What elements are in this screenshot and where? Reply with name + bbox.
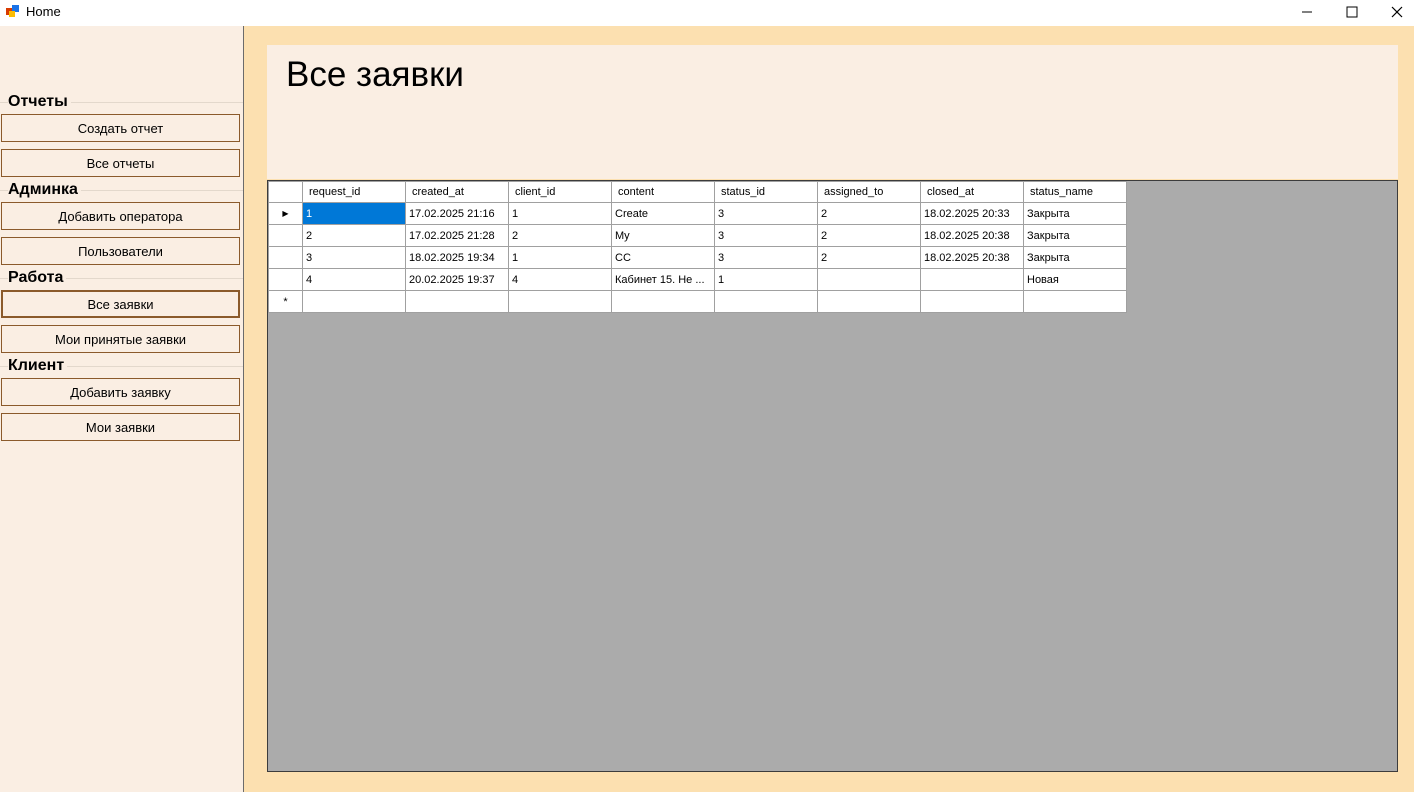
main-area: Все заявки request_id created_at client_… [244,26,1414,792]
close-icon [1391,6,1403,18]
table-cell[interactable]: 2 [817,246,921,269]
table-cell[interactable]: 3 [714,246,818,269]
table-cell[interactable]: 18.02.2025 19:34 [405,246,509,269]
new-row[interactable]: * [268,290,1127,313]
table-cell[interactable]: Закрыта [1023,224,1127,247]
create-report-button[interactable]: Создать отчет [1,114,240,142]
title-bar: Home [0,0,1414,26]
page-title: Все заявки [286,55,464,94]
table-cell[interactable]: 18.02.2025 20:38 [920,246,1024,269]
add-request-button[interactable]: Добавить заявку [1,378,240,406]
header-row: request_id created_at client_id content … [268,181,1127,203]
table-cell[interactable] [817,268,921,291]
column-header[interactable]: status_id [714,181,818,203]
my-accepted-requests-button[interactable]: Мои принятые заявки [1,325,240,353]
table-cell[interactable]: My [611,224,715,247]
table-cell[interactable]: 3 [714,202,818,225]
maximize-icon [1346,6,1358,18]
column-header[interactable]: request_id [302,181,406,203]
table-cell[interactable] [508,290,612,313]
table-cell[interactable]: 4 [302,268,406,291]
table-cell[interactable] [920,268,1024,291]
table-row[interactable]: 4 20.02.2025 19:37 4 Кабинет 15. Не ... … [268,268,1127,291]
current-row-icon[interactable]: ▶ [268,202,303,225]
table-cell[interactable]: Кабинет 15. Не ... [611,268,715,291]
table-cell[interactable]: 17.02.2025 21:16 [405,202,509,225]
table-cell[interactable]: 1 [508,246,612,269]
table-row[interactable]: ▶ 1 17.02.2025 21:16 1 Create 3 2 18.02.… [268,202,1127,225]
my-requests-button[interactable]: Мои заявки [1,413,240,441]
window-title: Home [26,4,61,19]
table-cell[interactable] [302,290,406,313]
column-header[interactable]: client_id [508,181,612,203]
requests-table: request_id created_at client_id content … [268,181,1127,313]
users-button[interactable]: Пользователи [1,237,240,265]
table-cell[interactable]: 2 [508,224,612,247]
table-cell[interactable]: Новая [1023,268,1127,291]
group-admin-label: Админка [8,182,81,198]
table-cell[interactable] [714,290,818,313]
table-row[interactable]: 3 18.02.2025 19:34 1 CC 3 2 18.02.2025 2… [268,246,1127,269]
all-requests-button[interactable]: Все заявки [1,290,240,318]
table-cell[interactable] [405,290,509,313]
table-cell[interactable]: 20.02.2025 19:37 [405,268,509,291]
table-cell[interactable]: 2 [817,202,921,225]
close-button[interactable] [1374,0,1414,24]
row-header-corner[interactable] [268,181,303,203]
group-client: Клиент [0,358,243,374]
sidebar: Отчеты Создать отчет Все отчеты Админка … [0,26,244,792]
table-cell[interactable]: 3 [302,246,406,269]
column-header[interactable]: assigned_to [817,181,921,203]
table-cell[interactable] [1023,290,1127,313]
table-cell[interactable] [817,290,921,313]
column-header[interactable]: content [611,181,715,203]
group-client-label: Клиент [8,358,68,374]
table-cell[interactable]: 1 [508,202,612,225]
table-cell[interactable]: 18.02.2025 20:38 [920,224,1024,247]
row-header[interactable] [268,268,303,291]
app-window-icon [6,5,19,17]
table-cell[interactable]: 2 [817,224,921,247]
all-reports-button[interactable]: Все отчеты [1,149,240,177]
requests-grid[interactable]: request_id created_at client_id content … [267,180,1398,772]
table-cell[interactable]: CC [611,246,715,269]
new-row-icon[interactable]: * [268,290,303,313]
table-cell[interactable]: Закрыта [1023,202,1127,225]
column-header[interactable]: closed_at [920,181,1024,203]
column-header[interactable]: status_name [1023,181,1127,203]
add-operator-button[interactable]: Добавить оператора [1,202,240,230]
table-cell[interactable] [920,290,1024,313]
maximize-button[interactable] [1329,0,1375,24]
group-admin: Админка [0,182,243,198]
group-work-label: Работа [8,270,67,286]
column-header[interactable]: created_at [405,181,509,203]
table-cell[interactable]: 18.02.2025 20:33 [920,202,1024,225]
row-header[interactable] [268,246,303,269]
minimize-icon [1302,11,1312,13]
row-header[interactable] [268,224,303,247]
table-cell[interactable]: 2 [302,224,406,247]
group-reports: Отчеты [0,94,243,110]
table-cell[interactable]: 4 [508,268,612,291]
table-row[interactable]: 2 17.02.2025 21:28 2 My 3 2 18.02.2025 2… [268,224,1127,247]
table-cell[interactable]: 1 [302,202,406,225]
table-cell[interactable] [611,290,715,313]
table-cell[interactable]: 1 [714,268,818,291]
table-cell[interactable]: 3 [714,224,818,247]
table-cell[interactable]: Закрыта [1023,246,1127,269]
table-cell[interactable]: 17.02.2025 21:28 [405,224,509,247]
minimize-button[interactable] [1284,0,1330,24]
table-cell[interactable]: Create [611,202,715,225]
group-work: Работа [0,270,243,286]
header-panel: Все заявки [267,45,1398,179]
group-reports-label: Отчеты [8,94,71,110]
